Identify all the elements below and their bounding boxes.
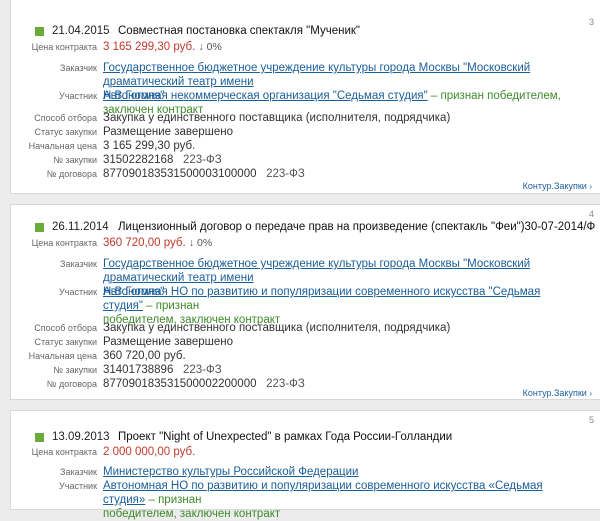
card-header: 21.04.2015 Совместная постановка спектак… (35, 25, 360, 37)
start-price-row: Начальная цена 3 165 299,30 руб. (11, 139, 600, 153)
method-value: Закупка у единственного поставщика (испо… (103, 322, 451, 334)
start-price-label: Начальная цена (28, 141, 97, 151)
start-price-label: Начальная цена (28, 351, 97, 361)
start-price-value: 3 165 299,30 руб. (103, 140, 196, 152)
participant-link[interactable]: Автономная некоммерческая организация "С… (103, 90, 428, 102)
purchase-no-row: № закупки 31401738896 223-ФЗ (11, 363, 600, 377)
contract-no-label: № договора (46, 169, 97, 179)
method-value: Закупка у единственного поставщика (испо… (103, 112, 451, 124)
status-square-icon (35, 222, 44, 232)
price-row: Цена контракта 360 720,00 руб. ↓ 0% (11, 236, 600, 250)
contract-law: 223-ФЗ (266, 168, 305, 180)
price-row: Цена контракта 3 165 299,30 руб. ↓ 0% (11, 40, 600, 54)
price-row: Цена контракта 2 000 000,00 руб. (11, 445, 600, 459)
kontur-zakupki-label: Контур.Закупки (522, 388, 587, 398)
price-delta: ↓ 0% (188, 237, 213, 249)
contract-price: 3 165 299,30 руб. (103, 41, 196, 53)
contract-law: 223-ФЗ (266, 378, 305, 390)
customer-row: Заказчик Министерство культуры Российско… (11, 465, 600, 479)
method-label: Способ отбора (34, 113, 97, 123)
customer-label: Заказчик (60, 467, 97, 477)
method-row: Способ отбора Закупка у единственного по… (11, 111, 600, 125)
contract-no: 877090183531500003100000 (103, 168, 257, 180)
purchase-no-row: № закупки 31502282168 223-ФЗ (11, 153, 600, 167)
status-row: Статус закупки Размещение завершено (11, 125, 600, 139)
purchase-title: Совместная постановка спектакля "Мученик… (118, 25, 360, 37)
chevron-right-icon: › (589, 182, 592, 191)
contract-no: 877090183531500002200000 (103, 378, 257, 390)
price-label: Цена контракта (31, 447, 97, 457)
contract-no-row: № договора 877090183531500003100000 223-… (11, 167, 600, 181)
purchase-date: 21.04.2015 (52, 25, 110, 37)
customer-link[interactable]: Министерство культуры Российской Федерац… (103, 466, 358, 478)
purchase-law: 223-ФЗ (182, 154, 222, 166)
contract-price: 360 720,00 руб. (103, 237, 186, 249)
card-number: 4 (588, 209, 594, 219)
method-row: Способ отбора Закупка у единственного по… (11, 321, 600, 335)
price-label: Цена контракта (31, 238, 97, 248)
chevron-right-icon: › (589, 389, 592, 398)
method-label: Способ отбора (34, 323, 97, 333)
start-price-row: Начальная цена 360 720,00 руб. (11, 349, 600, 363)
kontur-zakupki-label: Контур.Закупки (522, 181, 587, 191)
participant-status: – признан (148, 494, 202, 506)
participant-row: Участник Автономная НО по развитию и поп… (11, 479, 600, 521)
purchase-title: Лицензионный договор о передаче прав на … (118, 221, 596, 233)
card-header: 13.09.2013 Проект "Night of Unexpected" … (35, 431, 452, 443)
kontur-zakupki-link[interactable]: Контур.Закупки › (523, 388, 592, 398)
status-row: Статус закупки Размещение завершено (11, 335, 600, 349)
purchase-card: 4 26.11.2014 Лицензионный договор о пере… (10, 204, 600, 400)
customer-link[interactable]: Государственное бюджетное учреждение кул… (103, 258, 530, 284)
kontur-zakupki-link[interactable]: Контур.Закупки › (523, 181, 592, 191)
purchase-no: 31502282168 (103, 154, 174, 166)
participant-status: – признан (146, 300, 200, 312)
status-square-icon (35, 432, 44, 442)
card-number: 5 (588, 415, 594, 425)
purchase-title: Проект "Night of Unexpected" в рамках Го… (118, 431, 453, 443)
start-price-value: 360 720,00 руб. (103, 350, 186, 362)
purchase-no: 31401738896 (103, 364, 174, 376)
customer-link[interactable]: Государственное бюджетное учреждение кул… (103, 62, 530, 88)
status-label: Статус закупки (34, 127, 97, 137)
card-number: 3 (588, 17, 594, 27)
contract-no-row: № договора 877090183531500002200000 223-… (11, 377, 600, 391)
purchase-no-label: № закупки (53, 365, 97, 375)
status-value: Размещение завершено (103, 126, 234, 138)
status-square-icon (35, 26, 44, 36)
purchase-date: 26.11.2014 (52, 221, 109, 233)
purchase-no-label: № закупки (53, 155, 97, 165)
status-value: Размещение завершено (103, 336, 234, 348)
contract-price: 2 000 000,00 руб. (103, 446, 196, 458)
price-label: Цена контракта (31, 42, 97, 52)
purchase-card: 5 13.09.2013 Проект "Night of Unexpected… (10, 410, 600, 520)
status-label: Статус закупки (34, 337, 97, 347)
purchase-law: 223-ФЗ (182, 364, 222, 376)
card-header: 26.11.2014 Лицензионный договор о переда… (35, 221, 595, 233)
participant-status-cont: победителем, заключен контракт (103, 508, 281, 520)
purchase-card: 3 21.04.2015 Совместная постановка спект… (10, 0, 600, 194)
contract-no-label: № договора (46, 379, 97, 389)
participant-label: Участник (59, 481, 97, 491)
price-delta: ↓ 0% (198, 41, 222, 53)
purchase-date: 13.09.2013 (52, 431, 110, 443)
